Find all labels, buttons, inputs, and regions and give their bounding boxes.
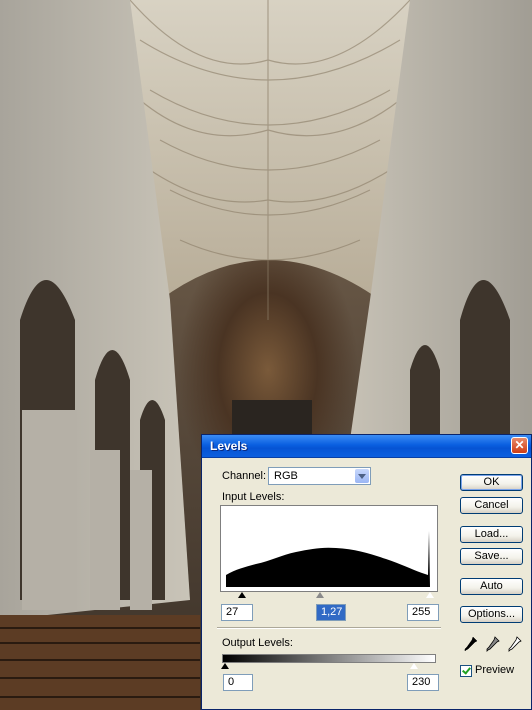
divider: [217, 627, 441, 629]
ok-button[interactable]: OK: [460, 474, 523, 491]
input-black-field[interactable]: 27: [221, 604, 253, 621]
input-levels-slider[interactable]: [220, 591, 438, 601]
histogram: [226, 531, 430, 587]
preview-label: Preview: [475, 664, 515, 676]
options-button[interactable]: Options...: [460, 606, 523, 623]
cancel-button[interactable]: Cancel: [460, 497, 523, 514]
histogram-panel: [220, 505, 438, 592]
load-button[interactable]: Load...: [460, 526, 523, 543]
save-button[interactable]: Save...: [460, 548, 523, 565]
input-gamma-handle[interactable]: [316, 592, 324, 598]
close-icon: ✕: [514, 438, 525, 452]
input-gamma-field[interactable]: 1,27: [316, 604, 346, 621]
input-levels-label: Input Levels:: [222, 491, 285, 503]
output-levels-slider[interactable]: [220, 662, 438, 672]
dialog-titlebar[interactable]: Levels ✕: [202, 435, 531, 458]
input-white-point-handle[interactable]: [425, 591, 435, 598]
auto-button[interactable]: Auto: [460, 578, 523, 595]
output-black-field[interactable]: 0: [223, 674, 253, 691]
dialog-title: Levels: [210, 439, 248, 453]
output-white-point-handle[interactable]: [409, 662, 419, 669]
chevron-down-icon[interactable]: [355, 469, 369, 483]
input-white-field[interactable]: 255: [407, 604, 439, 621]
channel-label: Channel:: [222, 470, 267, 482]
preview-checkbox[interactable]: [460, 665, 472, 677]
output-black-point-handle[interactable]: [221, 663, 229, 669]
levels-dialog: Levels ✕ Channel: RGB Input Levels: 27 1…: [201, 434, 532, 710]
channel-value: RGB: [274, 470, 298, 482]
channel-dropdown[interactable]: RGB: [268, 467, 371, 485]
gray-eyedropper-icon[interactable]: [486, 636, 500, 652]
output-white-field[interactable]: 230: [407, 674, 439, 691]
input-black-point-handle[interactable]: [238, 592, 246, 598]
black-eyedropper-icon[interactable]: [464, 636, 478, 652]
white-eyedropper-icon[interactable]: [508, 636, 522, 652]
close-button[interactable]: ✕: [511, 437, 528, 454]
output-levels-label: Output Levels:: [222, 637, 293, 649]
